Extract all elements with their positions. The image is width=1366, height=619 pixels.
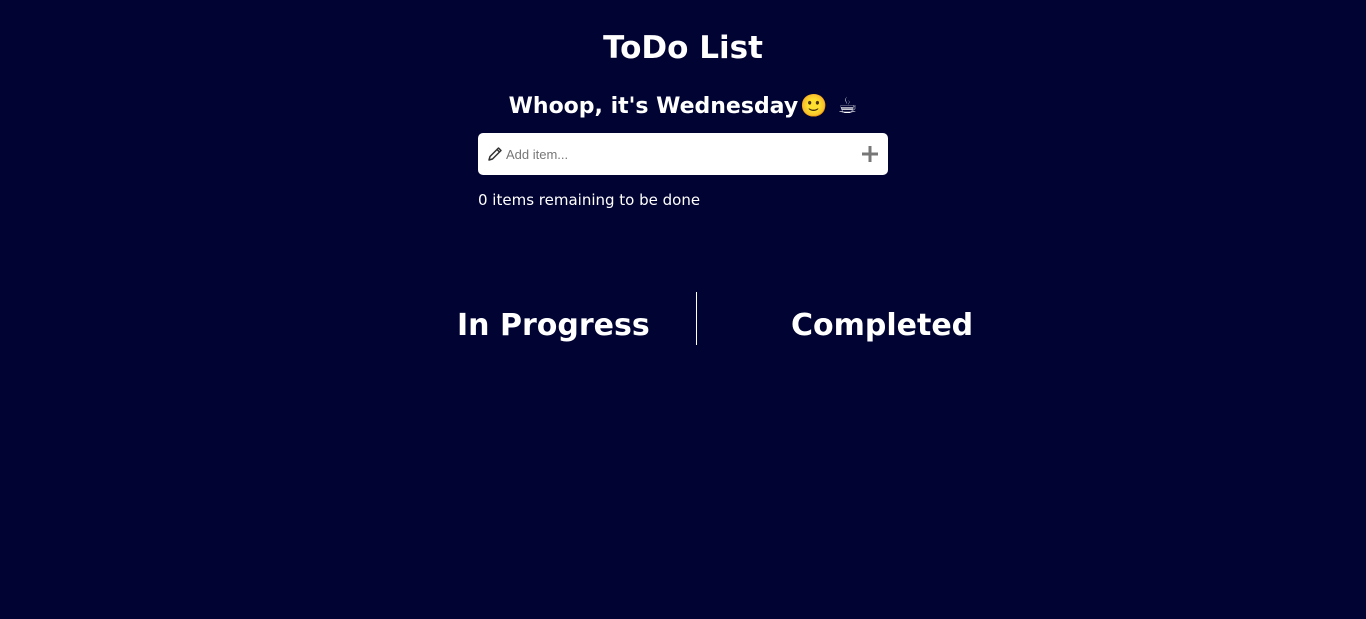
completed-heading: Completed <box>791 308 974 343</box>
in-progress-heading: In Progress <box>457 308 650 343</box>
add-item-input[interactable] <box>506 133 846 175</box>
greeting-heading: Whoop, it's Wednesday🙂 ☕ <box>0 92 1366 122</box>
smiley-icon: 🙂 <box>800 94 828 119</box>
plus-icon[interactable] <box>861 145 879 163</box>
add-item-bar <box>478 133 888 175</box>
greeting-text: Whoop, it's Wednesday <box>508 94 799 119</box>
coffee-cup-icon: ☕ <box>837 94 858 119</box>
page-title: ToDo List <box>603 30 763 66</box>
items-remaining-text: 0 items remaining to be done <box>478 191 701 209</box>
column-divider <box>696 292 697 345</box>
pencil-icon <box>488 147 502 161</box>
todo-app: ToDo List Whoop, it's Wednesday🙂 ☕ 0 item… <box>0 0 1366 619</box>
